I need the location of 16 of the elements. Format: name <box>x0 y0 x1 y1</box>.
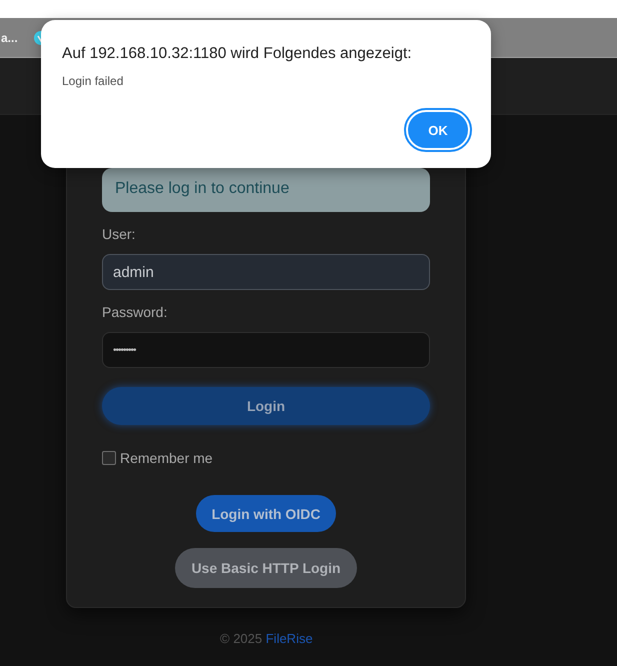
ok-button[interactable]: OK <box>406 110 470 150</box>
login-button[interactable]: Login <box>102 387 430 425</box>
remember-checkbox[interactable] <box>102 451 116 465</box>
user-field[interactable]: admin <box>102 254 430 290</box>
info-alert: Please log in to continue <box>102 168 430 212</box>
bookmark-link[interactable]: a... <box>1 30 18 44</box>
footer-text: © 2025 FileRise <box>220 631 313 646</box>
dialog-message: Login failed <box>62 74 124 88</box>
remember-label[interactable]: Remember me <box>120 450 213 466</box>
field-label: Password: <box>102 304 168 320</box>
footer-link[interactable]: FileRise <box>266 631 313 646</box>
basic-login-button[interactable]: Use Basic HTTP Login <box>175 548 357 588</box>
field-label: User: <box>102 226 136 242</box>
password-field[interactable]: ••••••••• <box>102 332 430 368</box>
dialog-title: Auf 192.168.10.32:1180 wird Folgendes angezeigt: <box>62 44 412 64</box>
oidc-login-button[interactable]: Login with OIDC <box>196 495 336 532</box>
